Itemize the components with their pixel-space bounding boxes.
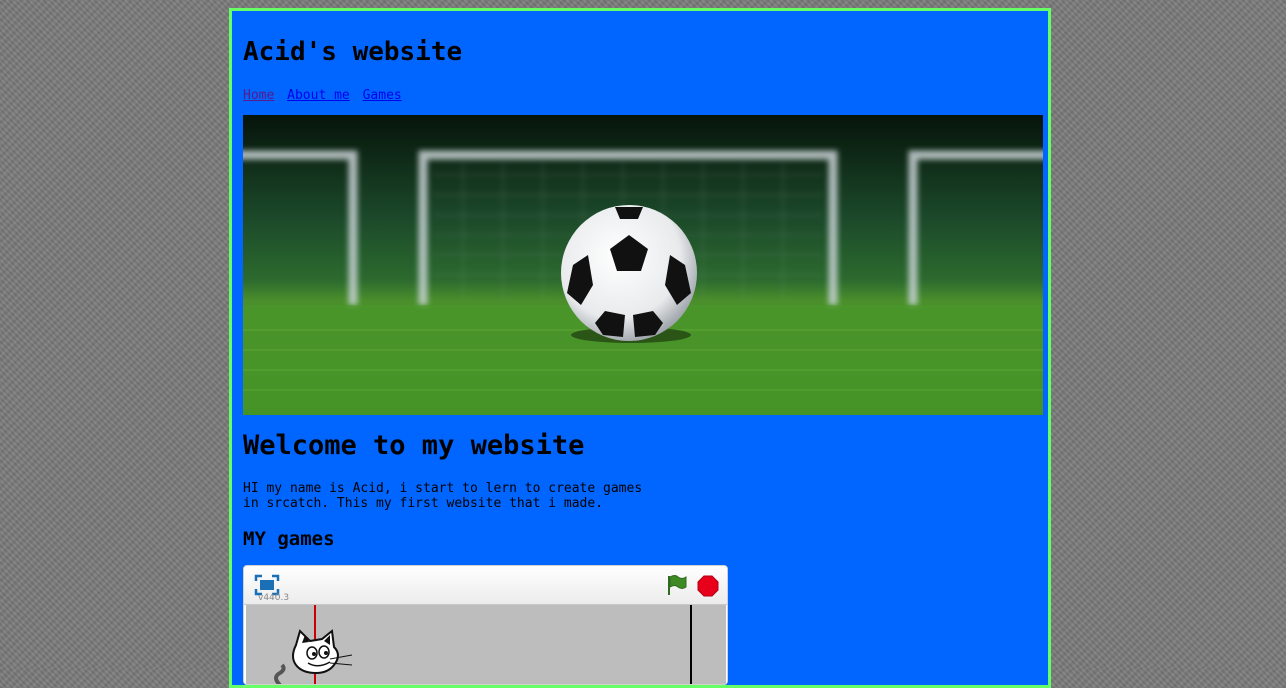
welcome-heading: Welcome to my website <box>243 430 585 461</box>
scratch-cat-icon <box>274 629 353 684</box>
game-stage[interactable] <box>246 605 726 684</box>
site-title: Acid's website <box>243 37 463 67</box>
nav-link-home[interactable]: Home <box>243 88 274 103</box>
page-container: Acid's website Home About me Games Welco… <box>229 8 1051 688</box>
scratch-player[interactable]: v440.3 <box>243 565 728 685</box>
soccer-ball-image <box>243 115 1043 415</box>
stage-black-line <box>690 605 692 684</box>
green-flag-icon[interactable] <box>666 574 688 596</box>
stop-icon[interactable] <box>697 575 719 597</box>
intro-text: HI my name is Acid, i start to lern to c… <box>243 481 643 511</box>
games-heading: MY games <box>243 528 335 550</box>
nav-link-about[interactable]: About me <box>287 88 350 103</box>
nav-link-games[interactable]: Games <box>363 88 402 103</box>
player-version: v440.3 <box>258 593 290 603</box>
player-toolbar: v440.3 <box>244 566 727 605</box>
hero-image <box>243 115 1043 415</box>
nav-bar: Home About me Games <box>243 88 407 103</box>
